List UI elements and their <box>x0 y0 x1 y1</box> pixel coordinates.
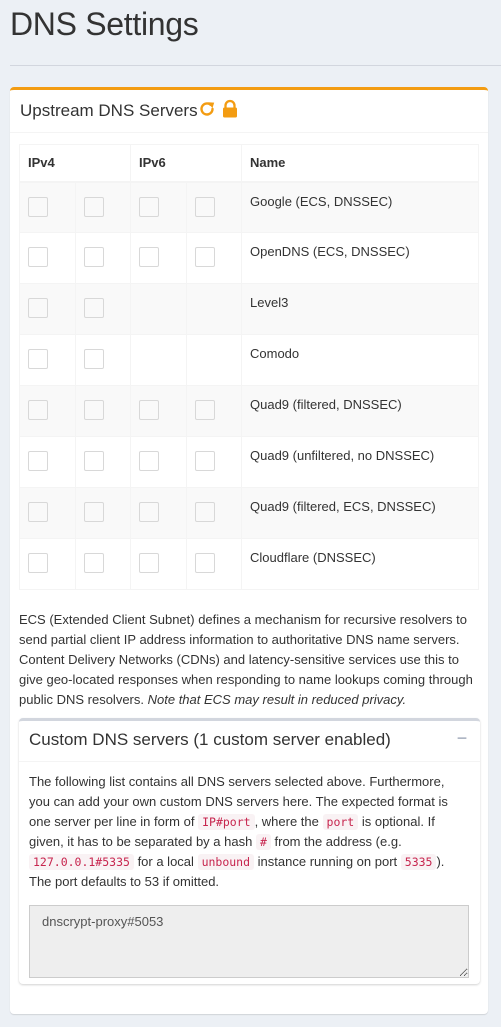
server-row-level3: Level3 <box>19 283 479 335</box>
page-title: DNS Settings <box>10 6 199 42</box>
ipv4-primary-checkbox[interactable] <box>28 400 48 420</box>
ipv6-secondary-checkbox[interactable] <box>195 451 215 471</box>
title-divider <box>10 65 501 66</box>
code-hash: # <box>255 834 271 850</box>
lock-icon[interactable] <box>220 99 240 119</box>
server-name: Google (ECS, DNSSEC) <box>250 193 393 209</box>
server-name: Level3 <box>250 295 289 310</box>
ipv4-primary-checkbox[interactable] <box>28 502 48 522</box>
ipv6-secondary-checkbox[interactable] <box>195 502 215 522</box>
ipv4-secondary-checkbox[interactable] <box>84 298 104 318</box>
ipv6-secondary-checkbox[interactable] <box>195 247 215 267</box>
ipv6-primary-checkbox[interactable] <box>139 451 159 471</box>
custom-dns-textarea[interactable]: dnscrypt-proxy#5053 <box>29 905 469 978</box>
ipv4-secondary-checkbox[interactable] <box>84 502 104 522</box>
ipv6-secondary-checkbox[interactable] <box>195 400 215 420</box>
server-row-google: Google (ECS, DNSSEC) <box>19 181 479 233</box>
ipv6-secondary-checkbox[interactable] <box>195 553 215 573</box>
server-row-comodo: Comodo <box>19 334 479 386</box>
custom-dns-box: Custom DNS servers (1 custom server enab… <box>19 718 480 984</box>
ipv6-primary-checkbox[interactable] <box>139 400 159 420</box>
server-name: Quad9 (unfiltered, no DNSSEC) <box>250 448 435 463</box>
server-name: Cloudflare (DNSSEC) <box>250 550 376 565</box>
custom-dns-title: Custom DNS servers (1 custom server enab… <box>29 730 391 749</box>
empty-cell <box>130 283 187 335</box>
refresh-icon[interactable] <box>197 99 217 119</box>
ipv4-primary-checkbox[interactable] <box>28 451 48 471</box>
desc-text: , where the <box>254 814 319 829</box>
ipv4-primary-checkbox[interactable] <box>28 196 48 217</box>
empty-cell <box>186 334 242 386</box>
custom-dns-header[interactable]: Custom DNS servers (1 custom server enab… <box>19 721 480 762</box>
server-name: OpenDNS (ECS, DNSSEC) <box>250 244 410 259</box>
ipv4-column-header: IPv4 <box>19 144 131 183</box>
code-example-address: 127.0.0.1#5335 <box>29 854 134 870</box>
upstream-dns-table: IPv4 IPv6 Name Google (ECS, DNSSEC) Open… <box>19 144 479 590</box>
ipv4-secondary-checkbox[interactable] <box>84 349 104 369</box>
ipv4-primary-checkbox[interactable] <box>28 298 48 318</box>
desc-text: from the address (e.g. <box>274 834 402 849</box>
ipv4-secondary-checkbox[interactable] <box>84 451 104 471</box>
upstream-dns-header: Upstream DNS Servers <box>10 90 488 133</box>
ipv6-column-header: IPv6 <box>130 144 242 183</box>
ipv6-primary-checkbox[interactable] <box>139 196 159 217</box>
ipv4-secondary-checkbox[interactable] <box>84 196 104 217</box>
ipv6-primary-checkbox[interactable] <box>139 553 159 573</box>
server-rows: Google (ECS, DNSSEC) OpenDNS (ECS, DNSSE… <box>19 181 479 590</box>
server-row-cloudflare: Cloudflare (DNSSEC) <box>19 538 479 590</box>
table-header-row: IPv4 IPv6 Name <box>19 144 479 183</box>
server-row-quad9-unfiltered: Quad9 (unfiltered, no DNSSEC) <box>19 436 479 488</box>
ipv6-primary-checkbox[interactable] <box>139 247 159 267</box>
collapse-button[interactable]: − <box>452 729 472 749</box>
server-name: Quad9 (filtered, DNSSEC) <box>250 397 402 412</box>
server-name: Quad9 (filtered, ECS, DNSSEC) <box>250 499 436 514</box>
ipv4-primary-checkbox[interactable] <box>28 247 48 267</box>
ipv4-secondary-checkbox[interactable] <box>84 553 104 573</box>
upstream-dns-box: Upstream DNS Servers IPv4 IPv6 Name Goog… <box>10 87 488 1014</box>
custom-dns-description: The following list contains all DNS serv… <box>29 772 469 892</box>
ipv4-primary-checkbox[interactable] <box>28 349 48 369</box>
code-ip-port: IP#port <box>198 814 255 830</box>
ipv6-primary-checkbox[interactable] <box>139 502 159 522</box>
empty-cell <box>186 283 242 335</box>
upstream-dns-title: Upstream DNS Servers <box>20 101 198 120</box>
name-column-header: Name <box>241 144 479 183</box>
ecs-description: ECS (Extended Client Subnet) defines a m… <box>19 610 484 710</box>
code-unbound: unbound <box>197 854 255 870</box>
ipv4-secondary-checkbox[interactable] <box>84 400 104 420</box>
code-port-number: 5335 <box>400 854 437 870</box>
ecs-privacy-note: Note that ECS may result in reduced priv… <box>147 692 407 707</box>
desc-text: instance running on port <box>257 854 398 869</box>
server-row-quad9-ecs: Quad9 (filtered, ECS, DNSSEC) <box>19 487 479 539</box>
server-row-opendns: OpenDNS (ECS, DNSSEC) <box>19 232 479 284</box>
empty-cell <box>130 334 187 386</box>
code-port: port <box>322 814 359 830</box>
server-row-quad9-filtered: Quad9 (filtered, DNSSEC) <box>19 385 479 437</box>
ipv6-secondary-checkbox[interactable] <box>195 196 215 217</box>
server-name: Comodo <box>250 346 300 361</box>
ipv4-primary-checkbox[interactable] <box>28 553 48 573</box>
desc-text: for a local <box>137 854 194 869</box>
ipv4-secondary-checkbox[interactable] <box>84 247 104 267</box>
